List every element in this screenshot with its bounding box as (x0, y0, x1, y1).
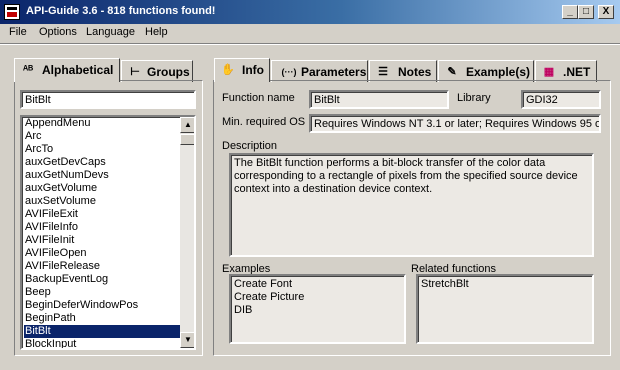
scroll-up-icon[interactable]: ▲ (180, 117, 194, 133)
parameters-icon: (···) (281, 67, 297, 77)
info-icon: ✋ (221, 64, 235, 76)
tab-parameters[interactable]: (···) Parameters (271, 60, 368, 82)
example-item[interactable]: DIB (234, 304, 401, 317)
tab-dotnet-label: .NET (563, 65, 591, 79)
menu-options[interactable]: Options (39, 26, 77, 38)
menu-language[interactable]: Language (86, 26, 135, 38)
tab-parameters-label: Parameters (301, 65, 367, 79)
list-item[interactable]: auxSetVolume (24, 195, 180, 208)
tree-icon: ⊢ (130, 66, 140, 78)
list-item[interactable]: BlockInput (24, 338, 180, 348)
list-item[interactable]: ArcTo (24, 143, 180, 156)
list-item[interactable]: auxGetVolume (24, 182, 180, 195)
maximize-button[interactable]: □ (578, 5, 594, 19)
tab-alphabetical[interactable]: ᴬᴮ Alphabetical (14, 58, 120, 82)
description-line: context into a destination device contex… (234, 183, 433, 195)
tab-notes[interactable]: ☰ Notes (369, 60, 437, 82)
list-item[interactable]: Arc (24, 130, 180, 143)
tab-info[interactable]: ✋ Info (214, 58, 270, 82)
close-button[interactable]: X (598, 5, 614, 19)
scroll-down-icon[interactable]: ▼ (180, 332, 194, 348)
list-item[interactable]: BeginPath (24, 312, 180, 325)
function-name-field[interactable]: BitBlt (309, 90, 449, 109)
menu-help[interactable]: Help (145, 26, 168, 38)
function-list[interactable]: AppendMenu Arc ArcTo auxGetDevCaps auxGe… (20, 115, 196, 350)
tab-dotnet[interactable]: ▦ .NET (535, 60, 597, 82)
list-item[interactable]: Beep (24, 286, 180, 299)
examples-list[interactable]: Create Font Create Picture DIB (229, 274, 406, 344)
notes-icon: ☰ (378, 66, 388, 78)
example-item[interactable]: Create Picture (234, 291, 401, 304)
list-scrollbar[interactable]: ▲ ▼ (180, 117, 194, 348)
list-item-selected[interactable]: BitBlt (24, 325, 180, 338)
list-item[interactable]: AppendMenu (24, 117, 180, 130)
tab-groups[interactable]: ⊢ Groups (121, 60, 193, 82)
menu-file[interactable]: File (9, 26, 27, 38)
list-item[interactable]: auxGetDevCaps (24, 156, 180, 169)
app-icon[interactable] (4, 4, 20, 20)
function-name-label: Function name (222, 92, 295, 104)
library-label: Library (457, 92, 491, 104)
tab-notes-label: Notes (398, 65, 432, 79)
list-item[interactable]: AVIFileInfo (24, 221, 180, 234)
list-item[interactable]: BeginDeferWindowPos (24, 299, 180, 312)
min-os-field[interactable]: Requires Windows NT 3.1 or later; Requir… (309, 114, 601, 133)
list-item[interactable]: AVIFileExit (24, 208, 180, 221)
app-window: API-Guide 3.6 - 818 functions found! _ □… (0, 0, 620, 370)
min-os-label: Min. required OS (222, 116, 306, 128)
menu-bar: File Options Language Help (0, 24, 620, 42)
abc-sort-icon: ᴬᴮ (22, 64, 34, 76)
list-item[interactable]: AVIFileRelease (24, 260, 180, 273)
description-line: The BitBlt function performs a bit-block… (234, 157, 546, 169)
related-function-item[interactable]: StretchBlt (421, 278, 589, 291)
minimize-button[interactable]: _ (562, 5, 578, 19)
related-functions-list[interactable]: StretchBlt (416, 274, 594, 344)
example-item[interactable]: Create Font (234, 278, 401, 291)
list-item[interactable]: AVIFileOpen (24, 247, 180, 260)
tab-alphabetical-label: Alphabetical (42, 63, 114, 77)
example-icon: ✎ (447, 66, 457, 78)
search-input[interactable]: BitBlt (20, 90, 196, 109)
menu-separator (0, 43, 620, 45)
description-label: Description (222, 140, 278, 152)
scroll-thumb[interactable] (180, 134, 194, 145)
tab-groups-label: Groups (147, 65, 190, 79)
list-item[interactable]: AVIFileInit (24, 234, 180, 247)
title-bar[interactable]: API-Guide 3.6 - 818 functions found! _ □… (0, 0, 620, 24)
list-item[interactable]: BackupEventLog (24, 273, 180, 286)
tab-examples[interactable]: ✎ Example(s) (438, 60, 534, 82)
tab-info-label: Info (242, 63, 264, 77)
description-line: corresponding to a rectangle of pixels f… (234, 170, 578, 182)
list-item[interactable]: auxGetNumDevs (24, 169, 180, 182)
dotnet-icon: ▦ (543, 66, 555, 78)
window-title: API-Guide 3.6 - 818 functions found! (26, 5, 216, 17)
library-field[interactable]: GDI32 (521, 90, 601, 109)
description-box[interactable]: The BitBlt function performs a bit-block… (229, 153, 594, 257)
tab-examples-label: Example(s) (466, 65, 531, 79)
